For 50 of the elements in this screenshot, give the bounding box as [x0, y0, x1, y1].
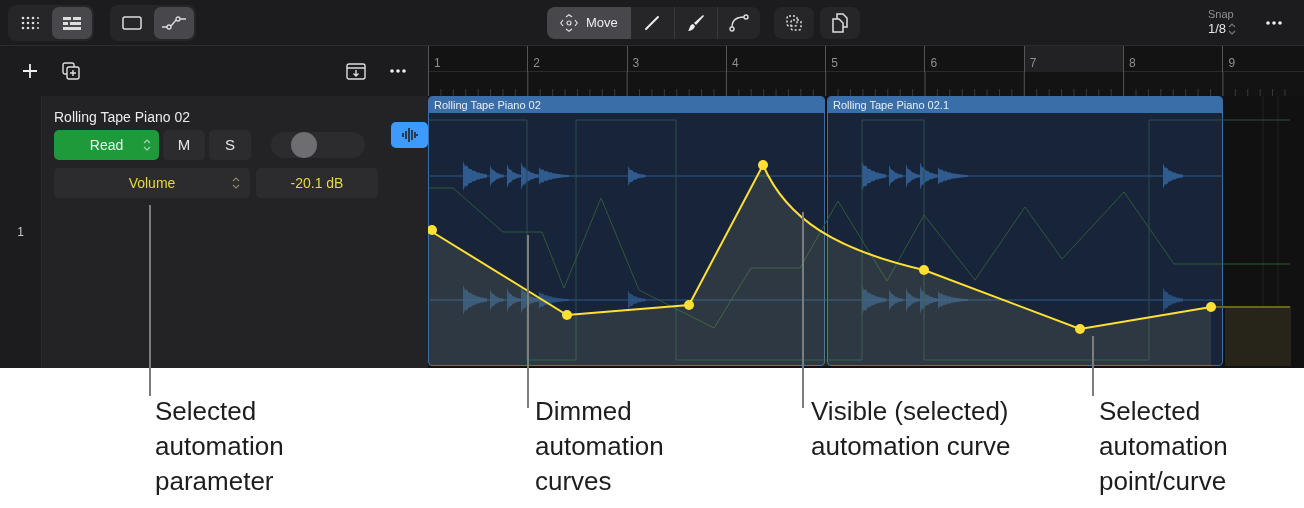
bar-number: 7: [1029, 56, 1037, 70]
track-name: Rolling Tape Piano 02: [54, 108, 191, 126]
bar-number: 1: [434, 56, 441, 70]
automation-curve[interactable]: [428, 160, 1291, 334]
waveform-button[interactable]: [391, 122, 428, 148]
more-icon[interactable]: [390, 69, 406, 73]
bar-number: 3: [632, 56, 640, 70]
automation-point[interactable]: [428, 225, 437, 235]
snap-dropdown[interactable]: 1/8: [1207, 21, 1236, 37]
bar-number: 8: [1129, 56, 1136, 70]
copy-icon[interactable]: [773, 7, 814, 39]
leader-line: [1092, 335, 1094, 397]
download-icon[interactable]: [346, 62, 366, 80]
automation-point[interactable]: [919, 265, 929, 275]
automation-point[interactable]: [1206, 302, 1216, 312]
mute-button[interactable]: M: [163, 130, 205, 160]
slider-thumb[interactable]: [291, 132, 318, 158]
tracks-icon[interactable]: [52, 6, 92, 39]
track-number: 1: [17, 224, 24, 241]
automation-point[interactable]: [758, 160, 768, 170]
audio-region[interactable]: Rolling Tape Piano 02: [428, 96, 825, 366]
chevron-icon: [143, 139, 151, 151]
bar-number: 4: [731, 56, 739, 70]
bar-number: 9: [1228, 56, 1236, 70]
bar-number: 2: [533, 56, 540, 70]
automation-icon[interactable]: [154, 6, 194, 39]
parameter-dropdown[interactable]: Volume: [54, 168, 250, 198]
callout-text: Selected automation parameter: [155, 395, 284, 498]
region-name: Rolling Tape Piano 02: [429, 97, 824, 113]
automation-point[interactable]: [562, 310, 572, 320]
callout-text: Selected automation point/curve: [1099, 395, 1228, 498]
automation-point[interactable]: [684, 300, 694, 310]
callout-text: Dimmed automation curves: [535, 395, 664, 498]
audio-region[interactable]: Rolling Tape Piano 02.1: [827, 96, 1223, 366]
snap-label: Snap: [1207, 8, 1234, 21]
duplicate-icon[interactable]: [62, 62, 80, 80]
add-icon[interactable]: [22, 63, 38, 79]
chevron-icon: [232, 177, 240, 189]
automation-point[interactable]: [1075, 324, 1085, 334]
callout-text: Visible (selected) automation curve: [811, 395, 1011, 463]
solo-button[interactable]: S: [209, 130, 251, 160]
move-icon: [560, 14, 578, 32]
bar-number: 5: [831, 56, 838, 70]
chevron-icon: [1228, 23, 1236, 35]
move-button[interactable]: Move: [547, 7, 631, 39]
documents-icon[interactable]: [819, 7, 860, 39]
bar-number: 6: [930, 56, 938, 70]
value-field[interactable]: -20.1 dB: [256, 168, 378, 198]
waveform-icon: [401, 128, 418, 142]
region-name: Rolling Tape Piano 02.1: [828, 97, 1222, 113]
